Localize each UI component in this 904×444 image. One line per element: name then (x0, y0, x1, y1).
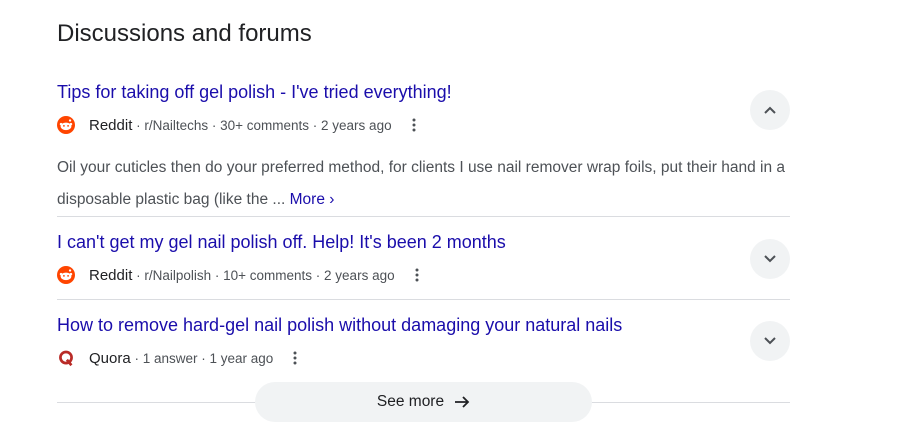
result-source[interactable]: Quora (89, 350, 131, 367)
result-details: · 1 answer · 1 year ago (130, 350, 274, 366)
see-more-label: See more (376, 393, 445, 410)
chevron-down-icon (764, 255, 776, 263)
discussion-result: Tips for taking off gel polish - I've tr… (57, 82, 790, 216)
section-title: Discussions and forums (57, 20, 312, 47)
more-options-icon[interactable] (411, 267, 423, 283)
reddit-icon (57, 116, 75, 134)
result-details: · r/Nailtechs · 30+ comments · 2 years a… (132, 117, 392, 133)
result-source[interactable]: Reddit (89, 267, 132, 284)
result-meta: Reddit · r/Nailpolish · 10+ comments · 2… (57, 266, 790, 284)
result-title-link[interactable]: I can't get my gel nail polish off. Help… (57, 232, 790, 253)
see-more-button[interactable]: See more (255, 382, 592, 422)
more-options-icon[interactable] (408, 117, 420, 133)
result-source[interactable]: Reddit (89, 117, 132, 134)
result-snippet: Oil your cuticles then do your preferred… (57, 152, 789, 216)
result-title-link[interactable]: How to remove hard-gel nail polish witho… (57, 315, 790, 336)
discussion-result: I can't get my gel nail polish off. Help… (57, 232, 790, 284)
collapse-button[interactable] (750, 90, 790, 130)
snippet-text: Oil your cuticles then do your preferred… (57, 159, 785, 208)
more-options-icon[interactable] (289, 350, 301, 366)
divider (57, 216, 790, 217)
more-link[interactable]: More › (290, 191, 335, 208)
result-meta: Quora · 1 answer · 1 year ago (57, 349, 790, 367)
divider (57, 299, 790, 300)
expand-button[interactable] (750, 321, 790, 361)
result-meta: Reddit · r/Nailtechs · 30+ comments · 2 … (57, 116, 790, 134)
quora-icon (59, 350, 73, 367)
reddit-icon (57, 266, 75, 284)
arrow-right-icon (455, 396, 470, 408)
result-details: · r/Nailpolish · 10+ comments · 2 years … (132, 267, 395, 283)
chevron-up-icon (764, 106, 776, 114)
chevron-down-icon (764, 337, 776, 345)
discussion-result: How to remove hard-gel nail polish witho… (57, 315, 790, 367)
result-title-link[interactable]: Tips for taking off gel polish - I've tr… (57, 82, 790, 103)
expand-button[interactable] (750, 239, 790, 279)
